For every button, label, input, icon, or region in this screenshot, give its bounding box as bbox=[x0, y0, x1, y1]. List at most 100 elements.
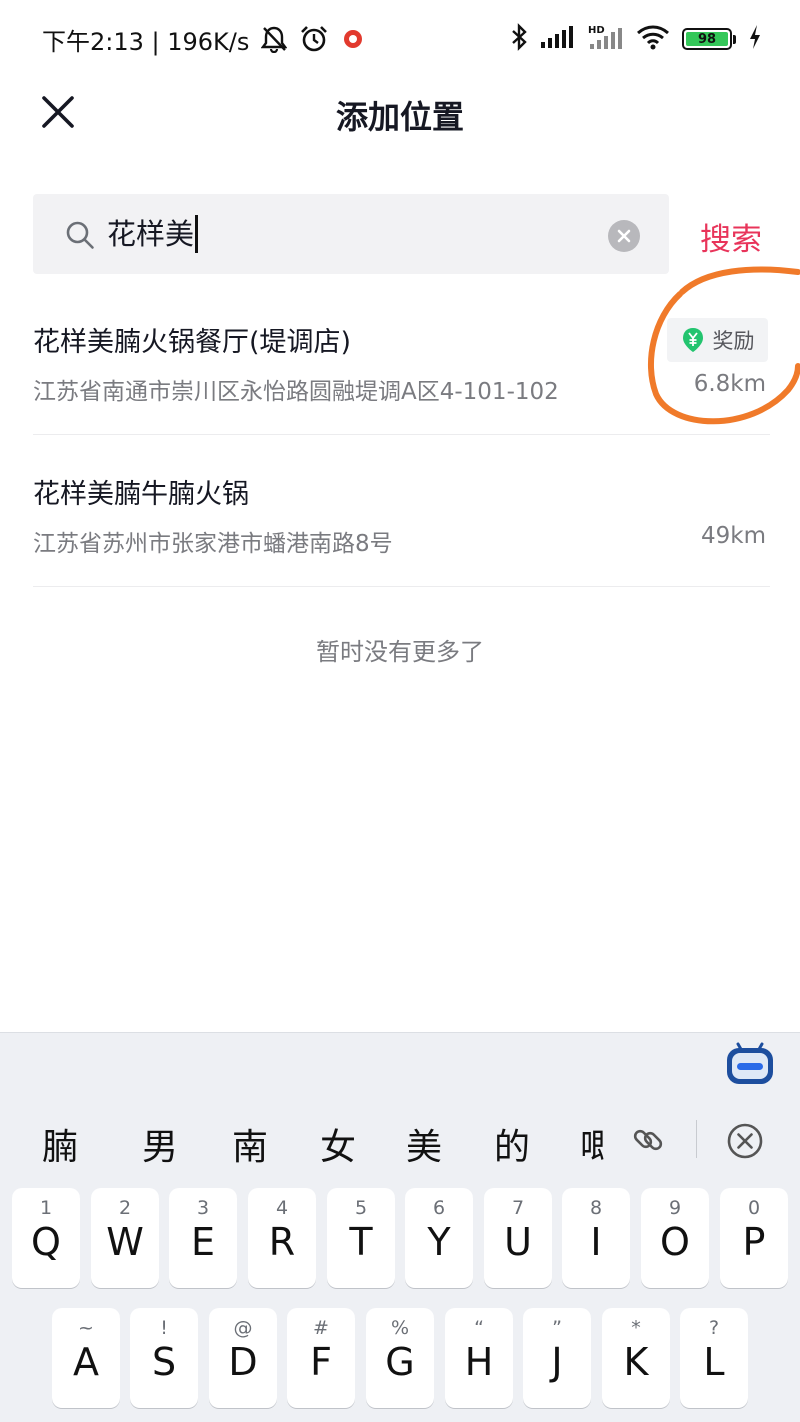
key-letter: Y bbox=[427, 1220, 451, 1264]
key-a[interactable]: ~ A bbox=[52, 1308, 120, 1408]
key-k[interactable]: * K bbox=[602, 1308, 670, 1408]
key-h[interactable]: “H bbox=[445, 1308, 513, 1408]
search-query: 花样美 bbox=[107, 217, 195, 251]
key-letter: R bbox=[268, 1220, 296, 1264]
key-hint: 1 bbox=[39, 1197, 53, 1219]
status-time: 下午2:13 | 196K/s bbox=[42, 27, 250, 56]
key-letter: F bbox=[310, 1340, 332, 1384]
reward-badge: 奖励 bbox=[667, 318, 768, 362]
alarm-icon bbox=[299, 24, 329, 54]
location-address: 江苏省南通市崇川区永怡路圆融堤调A区4-101-102 bbox=[33, 379, 559, 405]
key-hint: # bbox=[313, 1317, 329, 1339]
key-hint: 7 bbox=[511, 1197, 525, 1219]
key-hint: 8 bbox=[589, 1197, 603, 1219]
key-hint: 5 bbox=[354, 1197, 368, 1219]
key-hint: ~ bbox=[78, 1317, 94, 1339]
key-letter: J bbox=[551, 1340, 563, 1384]
key-hint: “ bbox=[474, 1317, 484, 1339]
key-hint: % bbox=[390, 1317, 410, 1339]
key-o[interactable]: 9O bbox=[641, 1188, 709, 1288]
clear-search-button[interactable] bbox=[608, 220, 640, 252]
key-hint: @ bbox=[233, 1317, 253, 1339]
key-letter: L bbox=[703, 1340, 725, 1384]
key-letter: W bbox=[106, 1220, 144, 1264]
key-hint: 4 bbox=[275, 1197, 289, 1219]
key-letter: A bbox=[73, 1340, 99, 1384]
key-d[interactable]: @ D bbox=[209, 1308, 277, 1408]
key-j[interactable]: ” J bbox=[523, 1308, 591, 1408]
key-letter: E bbox=[190, 1220, 215, 1264]
location-distance: 6.8km bbox=[693, 371, 766, 397]
key-w[interactable]: 2W bbox=[91, 1188, 159, 1288]
key-letter: G bbox=[385, 1340, 415, 1384]
charging-icon bbox=[748, 24, 762, 54]
app-notification-icon bbox=[341, 27, 365, 51]
key-hint: 9 bbox=[668, 1197, 682, 1219]
page-title: 添加位置 bbox=[335, 98, 464, 136]
key-y[interactable]: 6Y bbox=[405, 1188, 473, 1288]
key-f[interactable]: # F bbox=[287, 1308, 355, 1408]
no-more-results-text: 暂时没有更多了 bbox=[316, 638, 484, 666]
search-icon bbox=[65, 220, 95, 254]
link-icon[interactable] bbox=[630, 1122, 666, 1162]
key-letter: S bbox=[151, 1340, 177, 1384]
location-name: 花样美腩牛腩火锅 bbox=[33, 479, 249, 510]
candidate-word[interactable]: 的 bbox=[494, 1118, 530, 1170]
location-result-item[interactable]: 花样美腩牛腩火锅 江苏省苏州市张家港市蟠港南路8号 49km bbox=[33, 452, 770, 586]
location-address: 江苏省苏州市张家港市蟠港南路8号 bbox=[33, 531, 393, 557]
key-t[interactable]: 5T bbox=[327, 1188, 395, 1288]
key-hint: ! bbox=[160, 1317, 168, 1339]
candidate-word[interactable]: 女 bbox=[320, 1118, 356, 1170]
yuan-coin-icon bbox=[682, 328, 703, 352]
key-p[interactable]: 0P bbox=[720, 1188, 788, 1288]
location-distance: 49km bbox=[701, 523, 766, 549]
close-candidates-button[interactable] bbox=[726, 1122, 764, 1164]
key-letter: I bbox=[590, 1220, 602, 1264]
key-letter: Q bbox=[31, 1220, 61, 1264]
key-i[interactable]: 8I bbox=[562, 1188, 630, 1288]
candidate-word[interactable]: 唧 bbox=[580, 1118, 604, 1170]
key-u[interactable]: 7U bbox=[484, 1188, 552, 1288]
divider bbox=[33, 434, 770, 435]
candidate-word[interactable]: 南 bbox=[232, 1118, 268, 1170]
key-letter: P bbox=[742, 1220, 766, 1264]
key-letter: H bbox=[464, 1340, 494, 1384]
location-result-item[interactable]: 花样美腩火锅餐厅(堤调店) 江苏省南通市崇川区永怡路圆融堤调A区4-101-10… bbox=[33, 300, 770, 434]
key-letter: T bbox=[349, 1220, 373, 1264]
hd-signal-icon: HD bbox=[588, 24, 624, 54]
close-icon bbox=[617, 229, 631, 243]
bluetooth-icon bbox=[510, 23, 528, 55]
search-input[interactable]: 花样美 bbox=[33, 194, 669, 274]
key-s[interactable]: ! S bbox=[130, 1308, 198, 1408]
key-r[interactable]: 4R bbox=[248, 1188, 316, 1288]
key-hint: 3 bbox=[196, 1197, 210, 1219]
candidate-word[interactable]: 男 bbox=[142, 1118, 178, 1170]
key-letter: K bbox=[623, 1340, 649, 1384]
key-e[interactable]: 3E bbox=[169, 1188, 237, 1288]
mute-bell-icon bbox=[261, 25, 288, 53]
key-letter: O bbox=[660, 1220, 690, 1264]
status-bar: 下午2:13 | 196K/s HD 98 bbox=[0, 0, 800, 78]
search-button[interactable]: 搜索 bbox=[700, 214, 762, 259]
keyboard-assistant-icon[interactable] bbox=[723, 1034, 777, 1088]
svg-text:HD: HD bbox=[588, 25, 605, 36]
key-q[interactable]: 1Q bbox=[12, 1188, 80, 1288]
key-l[interactable]: ? L bbox=[680, 1308, 748, 1408]
text-cursor bbox=[195, 215, 199, 253]
key-hint: 6 bbox=[432, 1197, 446, 1219]
header: 添加位置 bbox=[0, 80, 800, 148]
candidate-word[interactable]: 美 bbox=[406, 1118, 442, 1170]
wifi-icon bbox=[636, 24, 670, 54]
battery-level: 98 bbox=[686, 32, 728, 47]
battery-icon: 98 bbox=[682, 28, 736, 50]
divider bbox=[33, 586, 770, 587]
close-circle-icon bbox=[727, 1123, 763, 1159]
signal-icon bbox=[540, 25, 576, 53]
key-g[interactable]: % G bbox=[366, 1308, 434, 1408]
key-hint: 2 bbox=[118, 1197, 132, 1219]
location-name: 花样美腩火锅餐厅(堤调店) bbox=[33, 327, 352, 358]
key-hint: * bbox=[631, 1317, 641, 1339]
key-hint: 0 bbox=[747, 1197, 761, 1219]
candidate-word[interactable]: 腩 bbox=[42, 1118, 78, 1170]
reward-label: 奖励 bbox=[712, 329, 755, 353]
